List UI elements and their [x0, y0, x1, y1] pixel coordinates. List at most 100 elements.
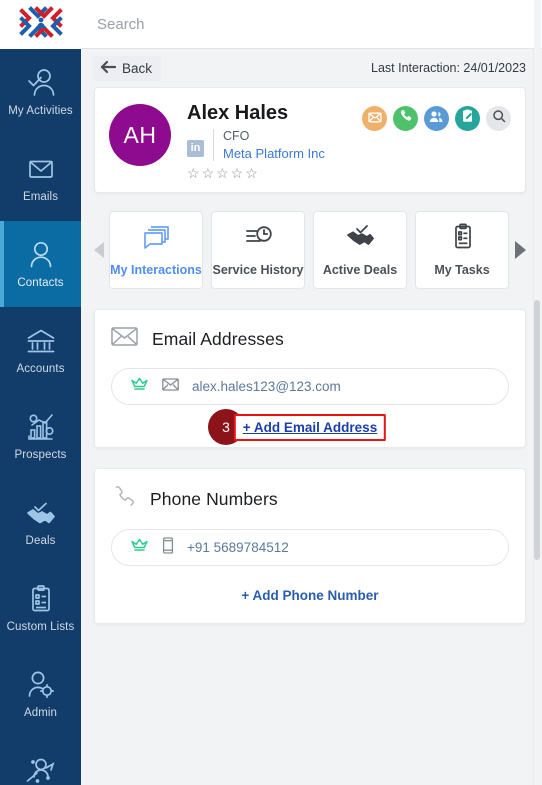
bank-icon	[24, 325, 58, 357]
call-action[interactable]	[393, 106, 418, 131]
section-header: Email Addresses	[111, 326, 509, 352]
crown-icon	[130, 376, 149, 397]
sidebar-item-custom-lists[interactable]: Custom Lists	[0, 565, 81, 651]
star-icon[interactable]: ☆	[187, 166, 200, 180]
sidebar-item-label: Contacts	[17, 276, 64, 289]
tab-list: My Interactions Service History Active D…	[109, 211, 509, 289]
phone-row[interactable]: +91 5689784512	[111, 529, 509, 566]
email-value: alex.hales123@123.com	[192, 379, 341, 394]
envelope-icon	[24, 153, 58, 185]
clipboard-list-icon	[24, 583, 58, 615]
contact-info: Alex Hales in CFO Meta Platform Inc ☆ ☆ …	[187, 102, 362, 180]
handshake-check-icon	[345, 223, 376, 256]
vertical-scrollbar[interactable]	[534, 0, 541, 785]
sidebar-item-accounts[interactable]: Accounts	[0, 307, 81, 393]
star-icon[interactable]: ☆	[216, 166, 229, 180]
linkedin-icon[interactable]: in	[187, 139, 204, 157]
avatar: AH	[109, 104, 171, 166]
sidebar: My Activities Emails Contacts Accounts P…	[0, 0, 81, 785]
email-addresses-section: Email Addresses alex.hales123@123.com 3 …	[94, 309, 526, 448]
scrollbar-thumb[interactable]	[534, 300, 540, 560]
marketplace-icon	[24, 755, 58, 785]
caret-right-icon[interactable]	[515, 241, 526, 259]
users-icon	[429, 110, 444, 128]
back-button-label: Back	[122, 60, 153, 76]
search-action[interactable]	[486, 106, 511, 131]
sidebar-item-contacts[interactable]: Contacts	[0, 221, 81, 307]
last-interaction-text: Last Interaction: 24/01/2023	[371, 61, 526, 75]
sidebar-item-label: Accounts	[16, 362, 65, 375]
sidebar-item-admin[interactable]: Admin	[0, 651, 81, 737]
star-icon[interactable]: ☆	[245, 166, 258, 180]
sidebar-item-label: Prospects	[14, 448, 67, 461]
annotation-highlight-box: + Add Email Address	[233, 413, 387, 441]
contact-meta: in CFO Meta Platform Inc	[187, 129, 362, 161]
tab-my-tasks[interactable]: My Tasks	[415, 211, 509, 289]
handshake-check-icon	[24, 497, 58, 529]
phone-icon	[111, 485, 136, 513]
rating-stars[interactable]: ☆ ☆ ☆ ☆ ☆	[187, 166, 362, 180]
envelope-icon	[111, 326, 138, 352]
sidebar-item-label: Emails	[22, 190, 59, 203]
search-icon	[492, 109, 506, 128]
sidebar-item-label: My Activities	[8, 104, 73, 117]
history-clock-icon	[243, 223, 274, 256]
user-gear-icon	[24, 669, 58, 701]
tab-service-history[interactable]: Service History	[211, 211, 305, 289]
crown-icon	[130, 537, 149, 558]
phone-numbers-section: Phone Numbers +91 5689784512 + Add Phone…	[94, 468, 526, 624]
chat-stack-icon	[141, 223, 172, 256]
star-icon[interactable]: ☆	[231, 166, 244, 180]
job-title: CFO	[223, 129, 250, 143]
tab-carousel: My Interactions Service History Active D…	[94, 211, 526, 289]
sidebar-item-emails[interactable]: Emails	[0, 135, 81, 221]
tab-my-interactions[interactable]: My Interactions	[109, 211, 203, 289]
email-row[interactable]: alex.hales123@123.com	[111, 368, 509, 405]
sidebar-item-my-activities[interactable]: My Activities	[0, 49, 81, 135]
app-window: My Activities Emails Contacts Accounts P…	[0, 0, 542, 785]
phone-value: +91 5689784512	[187, 540, 289, 555]
section-title: Email Addresses	[152, 328, 284, 349]
add-phone-number-link[interactable]: + Add Phone Number	[241, 588, 378, 603]
tab-label: My Tasks	[434, 263, 490, 277]
content-scroll-area[interactable]: AH Alex Hales in CFO Meta Platform Inc ☆…	[81, 87, 542, 785]
contact-actions	[362, 106, 511, 180]
section-title: Phone Numbers	[150, 488, 278, 509]
back-button[interactable]: Back	[93, 55, 162, 81]
chart-gear-icon	[24, 411, 58, 443]
meeting-action[interactable]	[424, 106, 449, 131]
search-bar	[81, 0, 542, 49]
star-icon[interactable]: ☆	[202, 166, 215, 180]
tab-label: Active Deals	[322, 263, 398, 277]
envelope-icon	[367, 110, 382, 128]
sidebar-item-deals[interactable]: Deals	[0, 479, 81, 565]
page-title: Alex Hales	[187, 102, 289, 124]
meta-divider	[213, 129, 214, 161]
main-area: Back Last Interaction: 24/01/2023 AH Ale…	[81, 0, 542, 785]
phone-icon	[399, 109, 413, 128]
add-phone-row: + Add Phone Number	[111, 588, 509, 603]
note-action[interactable]	[455, 106, 480, 131]
user-check-icon	[24, 67, 58, 99]
arrow-left-icon	[99, 60, 117, 77]
tab-active-deals[interactable]: Active Deals	[313, 211, 407, 289]
envelope-icon	[162, 377, 179, 396]
sidebar-item-prospects[interactable]: Prospects	[0, 393, 81, 479]
search-input[interactable]	[97, 15, 427, 33]
mobile-icon	[162, 536, 174, 559]
note-pencil-icon	[461, 109, 474, 128]
sidebar-item-marketplace[interactable]: Marketplace	[0, 737, 81, 785]
sidebar-item-label: Custom Lists	[6, 620, 75, 633]
sidebar-item-label: Deals	[25, 534, 56, 547]
company-link[interactable]: Meta Platform Inc	[223, 146, 325, 161]
tab-label: My Interactions	[110, 263, 202, 277]
user-icon	[24, 239, 58, 271]
tab-label: Service History	[212, 263, 304, 277]
brand-logo[interactable]	[0, 0, 81, 49]
caret-left-icon[interactable]	[94, 242, 104, 258]
sidebar-item-label: Admin	[23, 706, 58, 719]
crm-logo-icon	[18, 5, 64, 44]
send-email-action[interactable]	[362, 106, 387, 131]
add-email-address-link[interactable]: + Add Email Address	[243, 420, 377, 435]
sub-header: Back Last Interaction: 24/01/2023	[81, 49, 542, 87]
